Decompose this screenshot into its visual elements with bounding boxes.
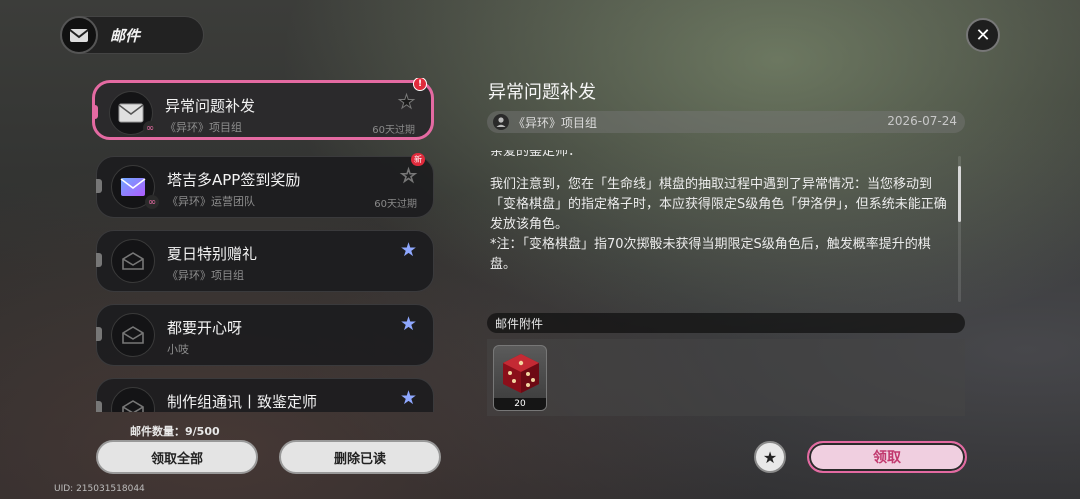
page-title: 邮件 <box>110 26 141 45</box>
mail-expire: 60天过期 <box>374 199 417 210</box>
mail-list[interactable]: ∞ 异常问题补发 《异环》项目组 ★ 60天过期 ! ∞ 塔吉多APP签到奖励 … <box>92 78 438 412</box>
claim-button[interactable]: 领取 <box>807 441 967 473</box>
mail-icon <box>60 16 98 54</box>
alert-badge: ! <box>413 78 427 91</box>
detail-sender: 《异环》项目组 <box>513 116 598 130</box>
attachments-label: 邮件附件 <box>495 317 544 331</box>
delete-read-button[interactable]: 删除已读 <box>279 440 441 474</box>
star-icon[interactable]: ☆ <box>399 166 417 186</box>
body-scrollbar[interactable] <box>958 156 961 302</box>
selection-notch <box>96 253 102 267</box>
mail-title: 制作组通讯丨致鉴定师 <box>167 393 318 411</box>
mail-sender: 《异环》项目组 <box>167 269 244 282</box>
body-paragraph: 我们注意到，您在「生命线」棋盘的抽取过程中遇到了异常情况：当您移动到「变格棋盘」… <box>490 177 947 232</box>
close-icon: ✕ <box>975 24 991 46</box>
star-icon: ★ <box>762 447 778 467</box>
mail-open-icon <box>111 387 155 412</box>
body-note: *注：「变格棋盘」指70次掷骰未获得当期限定S级角色后，触发概率提升的棋盘。 <box>490 237 931 272</box>
mail-open-icon <box>111 313 155 357</box>
favorite-button[interactable]: ★ <box>754 441 786 473</box>
selection-notch <box>92 105 98 119</box>
selection-notch <box>96 327 102 341</box>
mail-sender: 《异环》运营团队 <box>167 195 255 208</box>
attachment-qty: 20 <box>494 398 546 410</box>
mail-title: 异常问题补发 <box>165 97 256 115</box>
mail-count: 邮件数量：9/500 <box>130 425 220 438</box>
close-button[interactable]: ✕ <box>966 18 1000 52</box>
mail-item-3[interactable]: 都要开心呀 小吱 ★ <box>96 304 434 366</box>
star-icon[interactable]: ★ <box>400 241 417 260</box>
mail-item-4[interactable]: 制作组通讯丨致鉴定师 ★ <box>96 378 434 412</box>
body-greeting: 亲爱的鉴定师： <box>490 150 582 159</box>
mail-sender: 《异环》项目组 <box>165 121 242 134</box>
detail-title: 异常问题补发 <box>488 82 596 103</box>
mail-item-2[interactable]: 夏日特别赠礼 《异环》项目组 ★ <box>96 230 434 292</box>
detail-date: 2026-07-24 <box>887 114 957 128</box>
uid-label: UID: 215031518044 <box>54 484 145 494</box>
mail-expire: 60天过期 <box>372 125 415 136</box>
mail-title: 都要开心呀 <box>167 319 243 337</box>
attachments-panel: 20 <box>487 339 965 416</box>
star-icon[interactable]: ★ <box>400 389 417 408</box>
mail-item-1[interactable]: ∞ 塔吉多APP签到奖励 《异环》运营团队 ☆ 60天过期 新 <box>96 153 434 218</box>
mail-sender: 小吱 <box>167 343 189 356</box>
attachment-item[interactable]: 20 <box>493 345 547 411</box>
star-icon[interactable]: ★ <box>400 315 417 334</box>
dice-icon <box>503 354 539 393</box>
link-icon: ∞ <box>145 195 159 209</box>
mail-item-0[interactable]: ∞ 异常问题补发 《异环》项目组 ★ 60天过期 ! <box>92 78 434 140</box>
selection-notch <box>96 179 102 193</box>
selection-notch <box>96 401 102 412</box>
scroll-thumb[interactable] <box>958 166 961 222</box>
person-icon <box>493 114 509 130</box>
claim-all-button[interactable]: 领取全部 <box>96 440 258 474</box>
star-icon[interactable]: ★ <box>397 92 415 112</box>
attachments-header: 邮件附件 <box>487 313 965 333</box>
new-badge: 新 <box>411 153 425 166</box>
sender-bar: 《异环》项目组 2026-07-24 <box>487 111 965 133</box>
link-icon: ∞ <box>143 121 157 135</box>
mail-header: 邮件 <box>60 16 204 54</box>
mail-body[interactable]: 亲爱的鉴定师： 我们注意到，您在「生命线」棋盘的抽取过程中遇到了异常情况：当您移… <box>490 150 952 300</box>
mail-title: 夏日特别赠礼 <box>167 245 258 263</box>
mail-title: 塔吉多APP签到奖励 <box>167 171 301 189</box>
mail-open-icon <box>111 239 155 283</box>
